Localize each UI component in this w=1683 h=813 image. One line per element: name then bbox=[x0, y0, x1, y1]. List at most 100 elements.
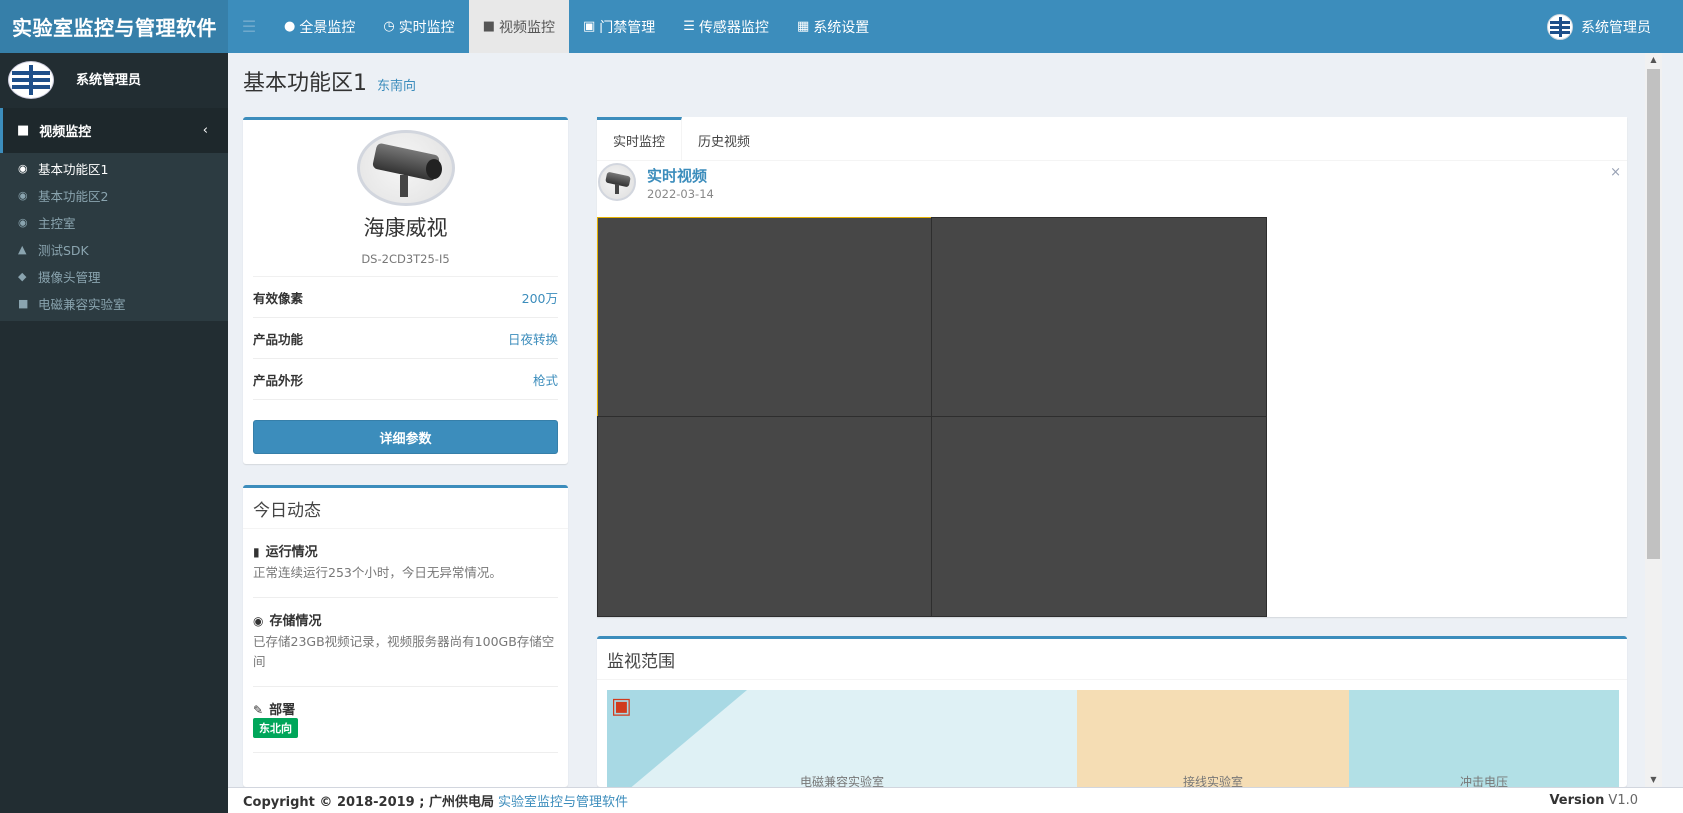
nav-video[interactable]: ■ 视频监控 bbox=[468, 0, 569, 53]
page-subtitle: 东南向 bbox=[377, 79, 417, 94]
zone-impulse-voltage[interactable]: 冲击电压 bbox=[1349, 690, 1619, 790]
sidebar-item-camera-manage[interactable]: ◆ 摄像头管理 bbox=[0, 263, 228, 290]
today-item-deploy: ✎ 部署 东北向 bbox=[253, 687, 558, 753]
property-key: 有效像素 bbox=[253, 290, 304, 306]
scroll-down-icon[interactable]: ▼ bbox=[1645, 773, 1662, 787]
user-menu[interactable]: 系统管理员 bbox=[1547, 0, 1683, 53]
nav-label: 系统设置 bbox=[813, 19, 870, 36]
circle-dot-icon: ◉ bbox=[18, 162, 28, 175]
property-value[interactable]: 200万 bbox=[522, 288, 558, 307]
version-label: Version bbox=[1549, 793, 1605, 808]
sidebar-user-panel: 系统管理员 bbox=[0, 53, 228, 108]
sidebar-item-label: 基本功能区2 bbox=[38, 189, 109, 204]
property-key: 产品功能 bbox=[253, 331, 304, 347]
user-name: 系统管理员 bbox=[1581, 19, 1651, 36]
circle-dot-icon: ◉ bbox=[18, 216, 28, 229]
property-row: 产品外形 枪式 bbox=[253, 359, 558, 400]
camera-image bbox=[356, 130, 455, 206]
close-icon[interactable]: × bbox=[1610, 165, 1621, 180]
version-number: V1.0 bbox=[1608, 793, 1638, 808]
copyright: Copyright © 2018-2019 ; 广州供电局 bbox=[243, 795, 494, 810]
today-title: 今日动态 bbox=[243, 488, 568, 529]
map-marker-icon: ◉ bbox=[253, 614, 264, 628]
nav-sensors[interactable]: ☰ 传感器监控 bbox=[669, 0, 783, 53]
footer-link[interactable]: 实验室监控与管理软件 bbox=[498, 791, 628, 810]
video-grid bbox=[597, 217, 1267, 617]
sidebar-item-emc-lab[interactable]: ■ 电磁兼容实验室 bbox=[0, 290, 228, 317]
top-navbar: 实验室监控与管理软件 ☰ ● 全景监控 ◷ 实时监控 ■ 视频监控 ▣ 门禁管理 ☰ 传感… bbox=[0, 0, 1683, 53]
sidebar-item-control-room[interactable]: ◉ 主控室 bbox=[0, 209, 228, 236]
camera-model: DS-2CD3T25-I5 bbox=[361, 252, 450, 266]
today-activity-box: 今日动态 ▮ 运行情况 正常连续运行253个小时，今日无异常情况。 ◉ 存储情况 已… bbox=[243, 485, 568, 787]
lock-icon: ▣ bbox=[582, 19, 596, 34]
camera-brand: 海康威视 bbox=[363, 216, 448, 240]
sidebar-item-label: 电磁兼容实验室 bbox=[38, 297, 126, 312]
sidebar-section-video[interactable]: ■ 视频监控 ‹ bbox=[0, 108, 228, 153]
tab-history[interactable]: 历史视频 bbox=[682, 117, 766, 160]
camera-properties: 有效像素 200万 产品功能 日夜转换 产品外形 枪式 bbox=[253, 276, 558, 400]
page-scrollbar[interactable]: ▲ ▼ bbox=[1645, 53, 1662, 787]
sidebar-item-zone2[interactable]: ◉ 基本功能区2 bbox=[0, 182, 228, 209]
today-item-storage: ◉ 存储情况 已存储23GB视频记录，视频服务器尚有100GB存储空间 bbox=[253, 598, 558, 687]
tab-realtime[interactable]: 实时监控 bbox=[597, 117, 683, 160]
sidebar-section-label: 视频监控 bbox=[39, 125, 92, 140]
details-button[interactable]: 详细参数 bbox=[253, 420, 558, 454]
nav-realtime[interactable]: ◷ 实时监控 bbox=[369, 0, 468, 53]
nav-access-control[interactable]: ▣ 门禁管理 bbox=[569, 0, 669, 53]
nav-label: 全景监控 bbox=[299, 19, 356, 36]
sidebar-item-label: 摄像头管理 bbox=[38, 270, 101, 285]
version-info: Version V1.0 bbox=[1549, 793, 1638, 808]
org-logo-icon bbox=[1547, 13, 1573, 40]
video-cell[interactable] bbox=[597, 217, 932, 417]
zone-wiring-lab[interactable]: 接线实验室 bbox=[1077, 690, 1349, 790]
today-item-desc: 已存储23GB视频记录，视频服务器尚有100GB存储空间 bbox=[253, 634, 555, 669]
nav-label: 传感器监控 bbox=[698, 19, 769, 36]
property-row: 产品功能 日夜转换 bbox=[253, 318, 558, 359]
property-value[interactable]: 日夜转换 bbox=[508, 329, 558, 348]
sidebar-item-test-sdk[interactable]: ▲ 测试SDK bbox=[0, 236, 228, 263]
nav-panorama[interactable]: ● 全景监控 bbox=[270, 0, 369, 53]
today-item-title: 存储情况 bbox=[269, 614, 322, 629]
cctv-camera-icon: ▣ bbox=[611, 694, 632, 719]
today-item-title: 运行情况 bbox=[265, 545, 318, 560]
today-item-desc: 正常连续运行253个小时，今日无异常情况。 bbox=[253, 565, 502, 580]
sidebar-item-zone1[interactable]: ◉ 基本功能区1 bbox=[0, 155, 228, 182]
nav-label: 实时监控 bbox=[398, 19, 455, 36]
circle-dot-icon: ◉ bbox=[18, 189, 28, 202]
nav-label: 视频监控 bbox=[498, 19, 555, 36]
sidebar-item-label: 主控室 bbox=[38, 216, 76, 231]
video-cell[interactable] bbox=[597, 416, 932, 617]
tag-icon: ◆ bbox=[18, 270, 27, 283]
sidebar: 系统管理员 ■ 视频监控 ‹ ◉ 基本功能区1 ◉ 基本功能区2 ◉ 主控室 ▲ 测试S… bbox=[0, 53, 228, 813]
video-tabs: 实时监控 历史视频 bbox=[597, 117, 1627, 161]
property-value[interactable]: 枪式 bbox=[533, 370, 558, 389]
pencil-icon: ✎ bbox=[253, 703, 264, 717]
video-camera-icon: ■ bbox=[18, 297, 29, 310]
nav-label: 门禁管理 bbox=[599, 19, 656, 36]
video-camera-icon: ■ bbox=[17, 123, 30, 138]
status-badge: 东北向 bbox=[253, 718, 298, 738]
book-icon: ▮ bbox=[253, 545, 260, 559]
camera-profile-box: 海康威视 DS-2CD3T25-I5 有效像素 200万 产品功能 日夜转换 产品外… bbox=[243, 117, 568, 464]
list-icon: ☰ bbox=[683, 19, 695, 34]
floor-map: 电磁兼容实验室 ▣ 接线实验室 冲击电压 bbox=[607, 690, 1619, 790]
sidebar-item-label: 测试SDK bbox=[38, 243, 89, 258]
video-cell[interactable] bbox=[931, 416, 1267, 617]
nav-settings[interactable]: ▦ 系统设置 bbox=[783, 0, 883, 53]
property-key: 产品外形 bbox=[253, 372, 304, 388]
video-cell[interactable] bbox=[931, 217, 1267, 417]
video-title[interactable]: 实时视频 bbox=[647, 165, 707, 186]
property-row: 有效像素 200万 bbox=[253, 277, 558, 318]
chevron-left-icon: ‹ bbox=[202, 123, 208, 138]
menu-icon[interactable]: ☰ bbox=[228, 0, 270, 53]
page-title-text: 基本功能区1 bbox=[243, 71, 367, 96]
video-camera-icon: ■ bbox=[482, 19, 495, 34]
monitor-range-box: 监视范围 电磁兼容实验室 ▣ 接线实验室 冲击电压 bbox=[597, 636, 1627, 790]
scroll-up-icon[interactable]: ▲ bbox=[1645, 53, 1662, 67]
today-item-running: ▮ 运行情况 正常连续运行253个小时，今日无异常情况。 bbox=[253, 529, 558, 598]
sidebar-submenu: ◉ 基本功能区1 ◉ 基本功能区2 ◉ 主控室 ▲ 测试SDK ◆ 摄像头管理 ■ 电磁兼容… bbox=[0, 153, 228, 321]
scroll-thumb[interactable] bbox=[1647, 69, 1660, 559]
app-brand[interactable]: 实验室监控与管理软件 bbox=[0, 0, 228, 53]
today-item-title: 部署 bbox=[269, 703, 296, 718]
video-tab-box: 实时监控 历史视频 实时视频 2022-03-14 × bbox=[597, 117, 1627, 617]
